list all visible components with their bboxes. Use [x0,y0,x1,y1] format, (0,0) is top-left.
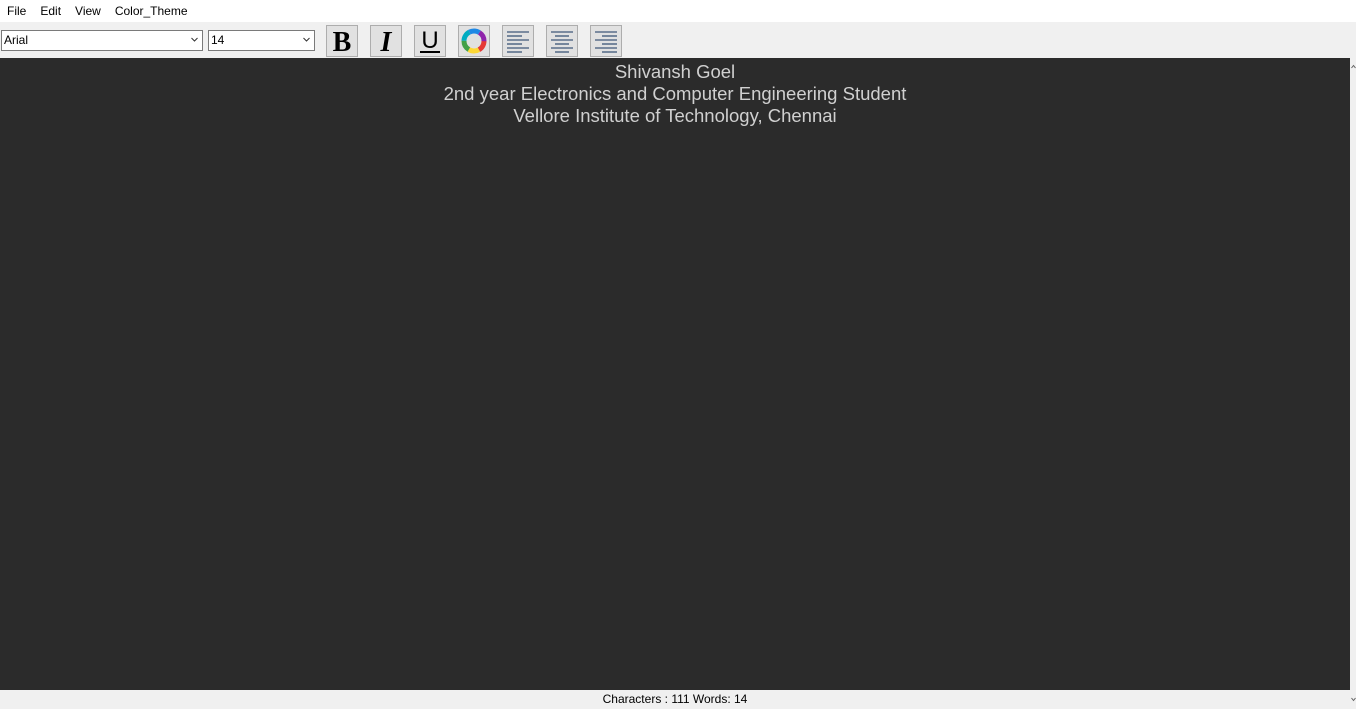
font-size-select[interactable]: 14 [208,30,315,51]
editor-content: Shivansh Goel 2nd year Electronics and C… [0,61,1350,127]
chevron-down-icon [303,37,310,42]
font-family-value: Arial [4,33,29,47]
underline-button[interactable]: U [414,25,446,57]
align-right-icon [595,31,617,53]
scroll-up-icon[interactable] [1351,64,1356,69]
svg-text:B: B [333,27,352,55]
toolbar: Arial 14 B I U [0,22,1356,58]
svg-text:U: U [421,27,438,54]
align-center-icon [551,31,573,53]
editor-line: 2nd year Electronics and Computer Engine… [443,83,907,104]
align-left-button[interactable] [502,25,534,57]
font-size-value: 14 [211,33,225,47]
italic-icon: I [380,27,393,55]
character-word-count: Characters : 111 Words: 14 [602,692,748,706]
vertical-scrollbar[interactable] [1350,58,1356,709]
chevron-down-icon [191,37,198,42]
svg-text:I: I [380,27,393,55]
align-right-button[interactable] [590,25,622,57]
menu-view[interactable]: View [68,0,108,22]
align-left-icon [507,31,529,53]
menu-color-theme[interactable]: Color_Theme [108,0,195,22]
menu-edit[interactable]: Edit [33,0,68,22]
text-editor[interactable]: Shivansh Goel 2nd year Electronics and C… [0,58,1350,690]
color-wheel-icon [461,28,487,54]
bold-icon: B [333,27,352,55]
font-color-button[interactable] [458,25,490,57]
editor-line: Vellore Institute of Technology, Chennai [513,105,837,126]
scroll-down-icon[interactable] [1351,697,1356,702]
font-family-select[interactable]: Arial [1,30,203,51]
bold-button[interactable]: B [326,25,358,57]
underline-icon: U [420,27,440,54]
status-bar: Characters : 111 Words: 14 [0,690,1350,709]
italic-button[interactable]: I [370,25,402,57]
align-center-button[interactable] [546,25,578,57]
editor-line: Shivansh Goel [614,61,736,82]
menu-file[interactable]: File [0,0,33,22]
menu-bar: File Edit View Color_Theme [0,0,1356,22]
